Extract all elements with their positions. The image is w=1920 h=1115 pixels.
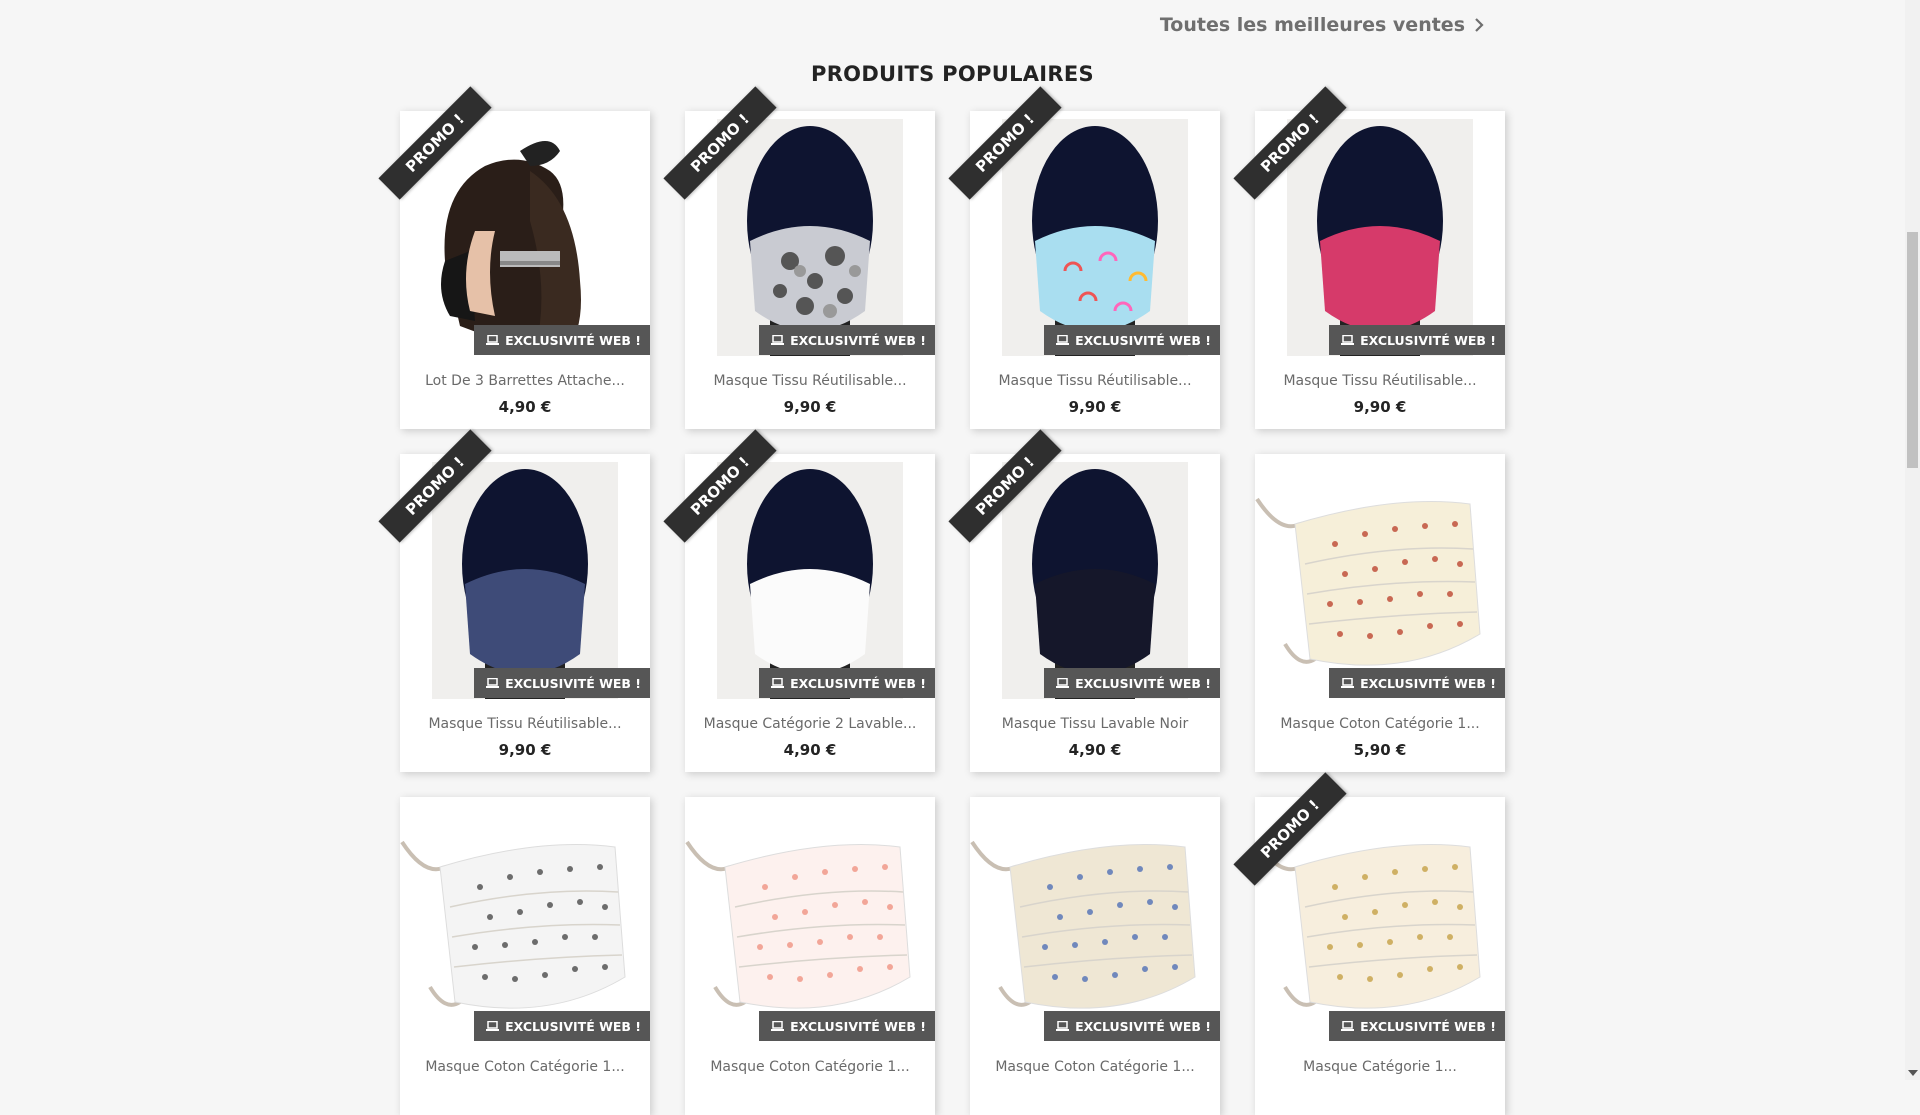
exclusive-web-badge: EXCLUSIVITÉ WEB ! (759, 1011, 935, 1041)
product-price: 4,90 € (783, 741, 837, 759)
product-image[interactable] (1255, 797, 1505, 1042)
laptop-icon (771, 678, 785, 688)
product-card[interactable]: EXCLUSIVITÉ WEB ! Masque Coton Catégorie … (685, 797, 935, 1115)
vertical-scrollbar[interactable] (1905, 0, 1920, 1080)
exclusive-web-badge: EXCLUSIVITÉ WEB ! (1044, 1011, 1220, 1041)
laptop-icon (771, 1021, 785, 1031)
exclusive-web-badge: EXCLUSIVITÉ WEB ! (1044, 668, 1220, 698)
product-price: 9,90 € (1353, 398, 1407, 416)
product-name[interactable]: Masque Catégorie 2 Lavable... (685, 716, 935, 732)
exclusive-web-badge: EXCLUSIVITÉ WEB ! (1329, 1011, 1505, 1041)
exclusive-web-badge: EXCLUSIVITÉ WEB ! (474, 1011, 650, 1041)
product-price: 4,90 € (498, 398, 552, 416)
product-image[interactable] (1255, 454, 1505, 699)
exclusive-web-label: EXCLUSIVITÉ WEB ! (1360, 1018, 1496, 1034)
laptop-icon (1341, 678, 1355, 688)
product-price: 9,90 € (783, 398, 837, 416)
product-card[interactable]: EXCLUSIVITÉ WEB ! PROMO ! Masque Catégorie… (1233, 772, 1505, 1115)
product-image[interactable] (685, 454, 935, 699)
product-price: 4,90 € (1068, 741, 1122, 759)
scrollbar-thumb[interactable] (1907, 232, 1918, 468)
laptop-icon (1056, 1021, 1070, 1031)
scroll-down-arrow-icon[interactable] (1908, 1070, 1918, 1076)
exclusive-web-badge: EXCLUSIVITÉ WEB ! (759, 668, 935, 698)
product-image[interactable] (400, 111, 650, 356)
all-bestsellers-link[interactable]: Toutes les meilleures ventes (1160, 14, 1485, 36)
exclusive-web-label: EXCLUSIVITÉ WEB ! (790, 332, 926, 348)
exclusive-web-label: EXCLUSIVITÉ WEB ! (1360, 675, 1496, 691)
product-card[interactable]: EXCLUSIVITÉ WEB ! PROMO ! Lot De 3 Barrett… (378, 86, 650, 429)
product-name[interactable]: Masque Tissu Réutilisable... (970, 373, 1220, 389)
exclusive-web-label: EXCLUSIVITÉ WEB ! (1075, 332, 1211, 348)
laptop-icon (1056, 335, 1070, 345)
product-grid: EXCLUSIVITÉ WEB ! PROMO ! Lot De 3 Barrett… (378, 86, 1505, 1115)
product-name[interactable]: Masque Tissu Réutilisable... (400, 716, 650, 732)
product-name[interactable]: Masque Coton Catégorie 1... (400, 1059, 650, 1075)
product-image[interactable] (400, 454, 650, 699)
product-image[interactable] (685, 797, 935, 1042)
laptop-icon (771, 335, 785, 345)
product-name[interactable]: Masque Catégorie 1... (1255, 1059, 1505, 1075)
exclusive-web-label: EXCLUSIVITÉ WEB ! (790, 1018, 926, 1034)
product-card[interactable]: EXCLUSIVITÉ WEB ! PROMO ! Masque Catégorie… (663, 429, 935, 772)
laptop-icon (486, 335, 500, 345)
product-image[interactable] (685, 111, 935, 356)
laptop-icon (1341, 335, 1355, 345)
chevron-right-icon (1475, 18, 1484, 32)
product-card[interactable]: EXCLUSIVITÉ WEB ! PROMO ! Masque Tissu Réu… (948, 86, 1220, 429)
product-image[interactable] (970, 111, 1220, 356)
product-card[interactable]: EXCLUSIVITÉ WEB ! Masque Coton Catégorie … (400, 797, 650, 1115)
exclusive-web-badge: EXCLUSIVITÉ WEB ! (1044, 325, 1220, 355)
page: Toutes les meilleures ventes PRODUITS PO… (0, 0, 1905, 1115)
exclusive-web-badge: EXCLUSIVITÉ WEB ! (1329, 668, 1505, 698)
product-price: 5,90 € (1353, 741, 1407, 759)
product-name[interactable]: Masque Tissu Réutilisable... (685, 373, 935, 389)
product-name[interactable]: Masque Tissu Réutilisable... (1255, 373, 1505, 389)
exclusive-web-label: EXCLUSIVITÉ WEB ! (1360, 332, 1496, 348)
exclusive-web-label: EXCLUSIVITÉ WEB ! (505, 1018, 641, 1034)
exclusive-web-label: EXCLUSIVITÉ WEB ! (505, 332, 641, 348)
product-card[interactable]: EXCLUSIVITÉ WEB ! PROMO ! Masque Tissu Réu… (663, 86, 935, 429)
product-image[interactable] (400, 797, 650, 1042)
exclusive-web-label: EXCLUSIVITÉ WEB ! (505, 675, 641, 691)
product-name[interactable]: Masque Coton Catégorie 1... (685, 1059, 935, 1075)
product-price: 9,90 € (1068, 398, 1122, 416)
product-image[interactable] (970, 454, 1220, 699)
product-card[interactable]: EXCLUSIVITÉ WEB ! Masque Coton Catégorie … (1255, 454, 1505, 772)
section-title: PRODUITS POPULAIRES (811, 62, 1094, 86)
product-card[interactable]: EXCLUSIVITÉ WEB ! PROMO ! Masque Tissu Lav… (948, 429, 1220, 772)
exclusive-web-badge: EXCLUSIVITÉ WEB ! (474, 325, 650, 355)
product-price: 9,90 € (498, 741, 552, 759)
product-image[interactable] (1255, 111, 1505, 356)
product-image[interactable] (970, 797, 1220, 1042)
exclusive-web-label: EXCLUSIVITÉ WEB ! (1075, 1018, 1211, 1034)
product-name[interactable]: Lot De 3 Barrettes Attache... (400, 373, 650, 389)
laptop-icon (486, 678, 500, 688)
product-card[interactable]: EXCLUSIVITÉ WEB ! PROMO ! Masque Tissu Réu… (1233, 86, 1505, 429)
laptop-icon (1056, 678, 1070, 688)
exclusive-web-badge: EXCLUSIVITÉ WEB ! (1329, 325, 1505, 355)
product-card[interactable]: EXCLUSIVITÉ WEB ! Masque Coton Catégorie … (970, 797, 1220, 1115)
exclusive-web-label: EXCLUSIVITÉ WEB ! (790, 675, 926, 691)
product-name[interactable]: Masque Coton Catégorie 1... (1255, 716, 1505, 732)
product-name[interactable]: Masque Tissu Lavable Noir (970, 716, 1220, 732)
all-bestsellers-label: Toutes les meilleures ventes (1159, 14, 1465, 36)
exclusive-web-label: EXCLUSIVITÉ WEB ! (1075, 675, 1211, 691)
laptop-icon (486, 1021, 500, 1031)
product-name[interactable]: Masque Coton Catégorie 1... (970, 1059, 1220, 1075)
laptop-icon (1341, 1021, 1355, 1031)
exclusive-web-badge: EXCLUSIVITÉ WEB ! (474, 668, 650, 698)
product-card[interactable]: EXCLUSIVITÉ WEB ! PROMO ! Masque Tissu Réu… (378, 429, 650, 772)
exclusive-web-badge: EXCLUSIVITÉ WEB ! (759, 325, 935, 355)
